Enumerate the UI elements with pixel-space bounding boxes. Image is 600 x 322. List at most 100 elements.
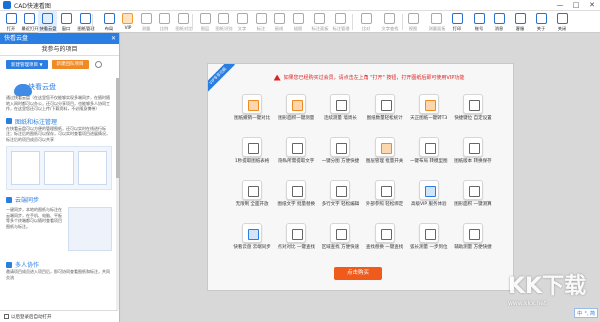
tab-my-projects[interactable]: 我参与的项目 xyxy=(0,44,119,56)
toolbar-button-scale[interactable]: 比例 xyxy=(155,11,174,33)
toolbar-button-close-doc[interactable]: 关闭 xyxy=(553,11,572,33)
toolbar-button-recognize[interactable]: 图纸识别 xyxy=(214,11,233,33)
toolbar-button-layout[interactable]: 布局 xyxy=(100,11,119,33)
sidebar-content[interactable]: 快看云盘 通过快看云盘（在这里您不仅能够实现多端同步，在随时随地入网时都可以办公… xyxy=(0,78,118,310)
toolbar-label: 关于 xyxy=(537,26,546,32)
main-toolbar: 打开 最近打开 快看云盘 窗口 图纸管理 布局 VIP 测量 比例 图纸对比 图层 图纸识别 文字 标注画… xyxy=(0,11,600,33)
toolbar-label: 图纸对比 xyxy=(175,26,193,32)
feature-item[interactable]: 多行文字 轻松编辑 xyxy=(318,180,362,220)
auto-open-checkbox[interactable] xyxy=(4,314,9,319)
feature-icon xyxy=(374,94,395,114)
toolbar-button-view[interactable]: 视图 xyxy=(404,11,423,33)
sidebar-close-icon[interactable]: ✕ xyxy=(111,33,116,44)
close-button[interactable]: ✕ xyxy=(584,0,600,11)
toolbar-button-measure-panel[interactable]: 测量面板 xyxy=(427,11,446,33)
drawing-management-illustration xyxy=(6,146,112,190)
buy-button[interactable]: 点击购买 xyxy=(334,267,382,280)
feature-item[interactable]: 点对对比 一键查找 xyxy=(274,223,318,263)
feature-icon xyxy=(418,180,439,200)
scrollbar-thumb[interactable] xyxy=(116,78,119,178)
toolbar-button-diff[interactable]: 比对 xyxy=(357,11,376,33)
drawing-canvas[interactable]: VIP专享功能 如果您已经购买过会员，请点击左上角 "打开" 按钮，打开图纸后即… xyxy=(121,33,600,322)
toolbar-button-print[interactable]: 打印 xyxy=(448,11,467,33)
refresh-icon[interactable] xyxy=(94,61,102,68)
feature-label: 一键布局 转模型图 xyxy=(410,159,448,164)
feature-item[interactable]: 一键分图 方便快捷 xyxy=(318,137,362,177)
toolbar-button-cloud[interactable]: 快看云盘 xyxy=(38,11,57,33)
toolbar-button-about[interactable]: 关于 xyxy=(532,11,551,33)
feature-item[interactable]: 连续测量 墙周长 xyxy=(318,94,362,134)
feature-label: 高级VIP 服务体验 xyxy=(410,202,447,207)
minimize-button[interactable]: — xyxy=(552,0,568,11)
sidebar-footer: 以后登录后自动打开 xyxy=(0,310,118,322)
toolbar-label: 标注面板 xyxy=(311,26,329,32)
window-icon xyxy=(61,13,72,24)
watermark-logo: KK下载 xyxy=(508,274,587,299)
new-team-project-button[interactable]: 新建团队项目 xyxy=(51,60,89,69)
feature-item[interactable]: 弧长测量 一步到位 xyxy=(407,223,451,263)
toolbar-button-text[interactable]: 文字 xyxy=(233,11,252,33)
toolbar-label: 文字 xyxy=(238,26,247,32)
toolbar-button-vip[interactable]: VIP xyxy=(118,11,137,33)
toolbar-button-measure[interactable]: 测量 xyxy=(137,11,156,33)
toolbar-label: 文字查找 xyxy=(381,26,399,32)
text-icon xyxy=(237,13,248,24)
annotate-icon xyxy=(256,13,267,24)
feature-icon xyxy=(418,94,439,114)
feature-item[interactable]: 图形面积 一键测算 xyxy=(451,180,495,220)
new-managed-project-button[interactable]: 新建管理项目 ▼ xyxy=(6,60,48,69)
feature-label: 弧长测量 一步到位 xyxy=(410,245,448,250)
sidebar-actions: 新建管理项目 ▼ 新建团队项目 xyxy=(0,56,119,73)
feature-item[interactable]: 图形面积一键测量 xyxy=(274,94,318,134)
feature-item[interactable]: 图纸撤销一键对比 xyxy=(230,94,274,134)
new-managed-project-label: 新建管理项目 xyxy=(11,63,38,68)
toolbar-button-message[interactable]: 消息 xyxy=(490,11,509,33)
toolbar-button-draw-line[interactable]: 画线 xyxy=(270,11,289,33)
maximize-button[interactable]: □ xyxy=(568,0,584,11)
feature-item[interactable]: 区域查找 方便快速 xyxy=(318,223,362,263)
toolbar-separator xyxy=(192,14,193,30)
toolbar-button-recent[interactable]: 最近打开 xyxy=(20,11,39,33)
feature-item[interactable]: 隐私所需提取文字 xyxy=(274,137,318,177)
feature-label: 查找替换 一键查找 xyxy=(365,245,404,250)
feature-icon xyxy=(374,137,395,157)
toolbar-button-layers[interactable]: 图层 xyxy=(196,11,215,33)
toolbar-button-compare[interactable]: 图纸对比 xyxy=(174,11,193,33)
section-heading: 云端同步 xyxy=(15,197,40,204)
toolbar-button-account[interactable]: 账号 xyxy=(470,11,489,33)
section-heading: 图纸和标注管理 xyxy=(15,118,58,126)
feature-item[interactable]: 图纸版本 转换保存 xyxy=(451,137,495,177)
feature-item[interactable]: 天正图纸一键转T3 xyxy=(407,94,451,134)
toolbar-label: 测量 xyxy=(142,26,151,32)
toolbar-button-annotate[interactable]: 标注 xyxy=(252,11,271,33)
feature-item[interactable]: 高级VIP 服务体验 xyxy=(407,180,451,220)
ime-indicator[interactable]: 中 °, 简 xyxy=(574,308,598,318)
feature-item[interactable]: 外部参照 轻松绑定 xyxy=(363,180,407,220)
feature-item[interactable]: 1秒提取图纸表格 xyxy=(230,137,274,177)
feature-item[interactable]: 图纸文字 批量替换 xyxy=(274,180,318,220)
feature-item[interactable]: 无限制 全面开放 xyxy=(230,180,274,220)
auto-open-label: 以后登录后自动打开 xyxy=(11,314,52,320)
feature-icon xyxy=(330,180,351,200)
toolbar-button-support[interactable]: 客服 xyxy=(511,11,530,33)
toolbar-button-annotation-panel[interactable]: 标注面板 xyxy=(310,11,329,33)
measure-icon xyxy=(141,13,152,24)
feature-item[interactable]: 图纸数量轻松统计 xyxy=(363,94,407,134)
toolbar-button-insert-image[interactable]: 插图 xyxy=(289,11,308,33)
feature-item[interactable]: 快捷键位 自定设置 xyxy=(451,94,495,134)
toolbar-button-annotation-manage[interactable]: 标注管理 xyxy=(331,11,350,33)
feature-item[interactable]: 快看云盘 云端同步 xyxy=(230,223,274,263)
feature-item[interactable]: 图层管理 批量开关 xyxy=(363,137,407,177)
feature-item[interactable]: 查找替换 一键查找 xyxy=(363,223,407,263)
feature-item[interactable]: 一键布局 转模型图 xyxy=(407,137,451,177)
section-collaboration: 多人协作 xyxy=(6,260,112,269)
toolbar-button-folder[interactable]: 打开 xyxy=(2,11,21,33)
toolbar-button-text-search[interactable]: 文字查找 xyxy=(380,11,399,33)
feature-label: 图形面积一键测量 xyxy=(278,116,315,121)
toolbar-label: 关闭 xyxy=(558,26,567,32)
feature-item[interactable]: 辅助测量 方便快捷 xyxy=(451,223,495,263)
sidebar-scrollbar[interactable] xyxy=(116,78,119,310)
folder-icon xyxy=(6,13,17,24)
toolbar-button-window[interactable]: 窗口 xyxy=(57,11,76,33)
vip-notice: 如果您已经购买过会员，请点击左上角 "打开" 按钮，打开图纸后即可使用VIP功能 xyxy=(238,72,500,84)
